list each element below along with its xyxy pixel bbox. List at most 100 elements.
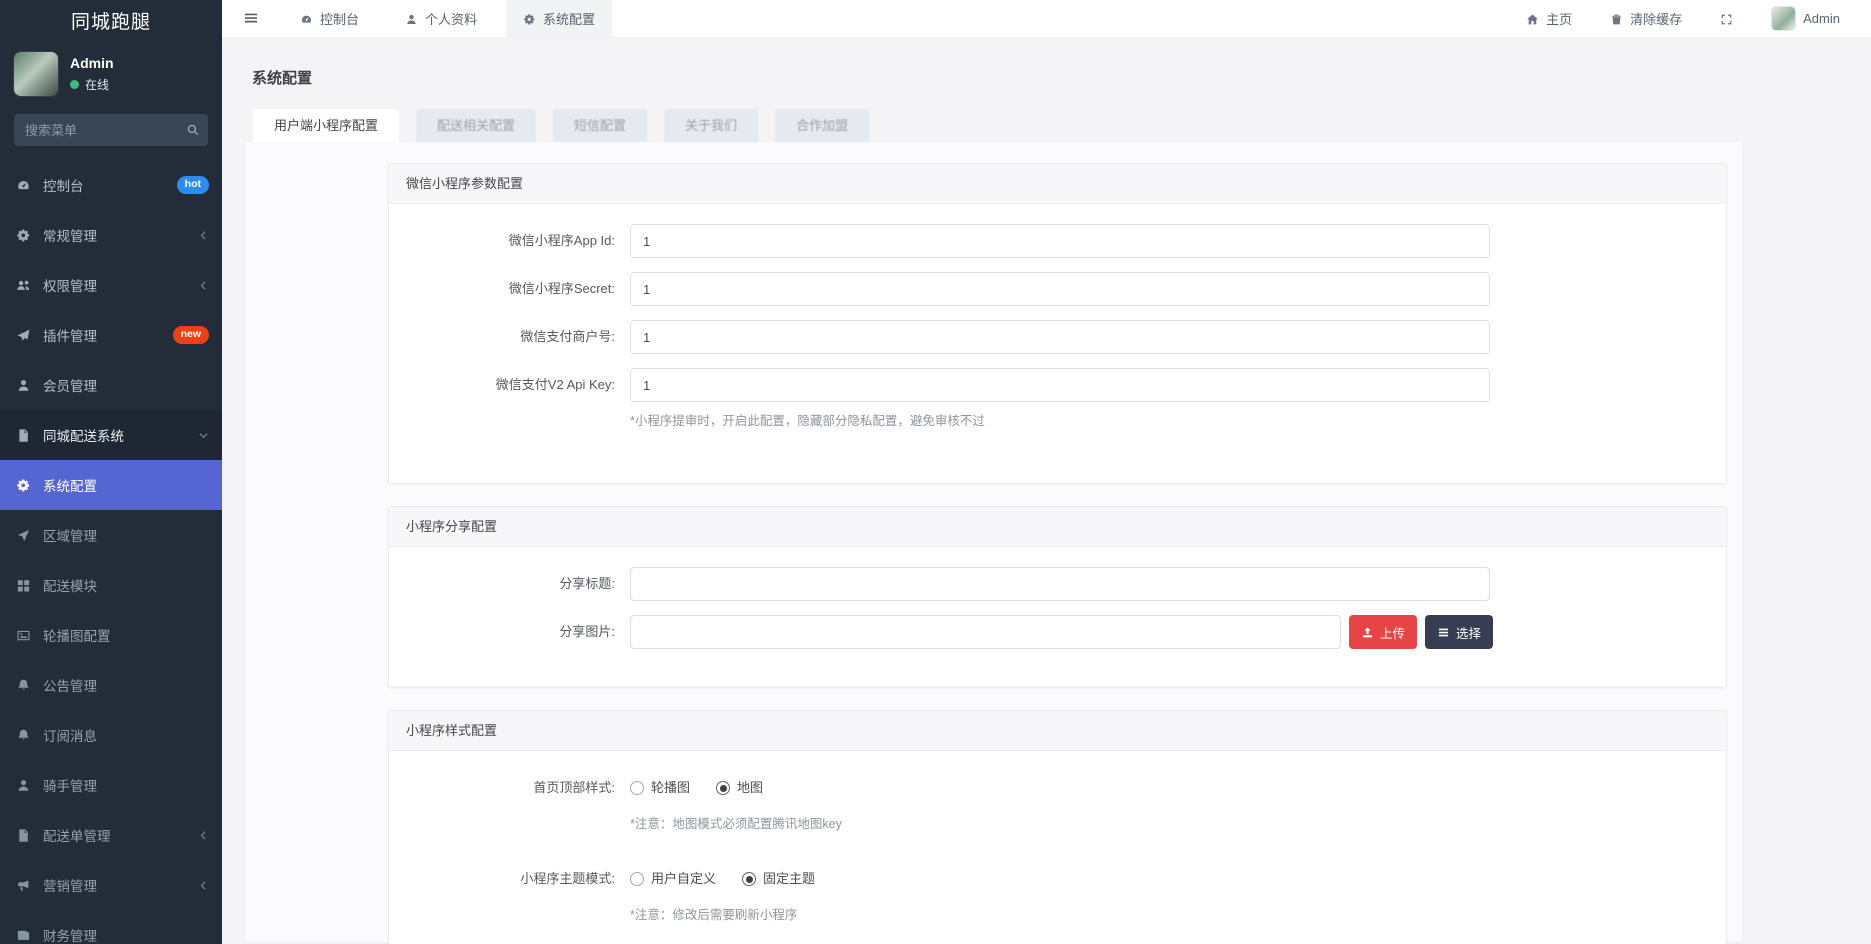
tab[interactable]: 合作加盟	[775, 109, 870, 142]
user-name: Admin	[70, 55, 114, 71]
sidebar-item-label: 常规管理	[43, 229, 97, 244]
tab[interactable]: 关于我们	[664, 109, 759, 142]
sidebar: 同城跑腿 Admin 在线 控制台 hot 常规管理 权限管理 插件管理 new	[0, 0, 222, 944]
upload-icon	[1361, 625, 1374, 639]
radio-label: 地图	[737, 780, 764, 795]
status-badge: hot	[176, 176, 209, 194]
user-panel: Admin 在线	[0, 46, 222, 106]
navbar-item[interactable]: 清除缓存	[1593, 0, 1699, 38]
sidebar-item[interactable]: 会员管理	[0, 360, 222, 410]
field-label: 分享标题:	[559, 576, 615, 591]
tab[interactable]: 配送相关配置	[416, 109, 537, 142]
sidebar-item[interactable]: 控制台 hot	[0, 160, 222, 210]
sidebar-item[interactable]: 权限管理	[0, 260, 222, 310]
navbar-item[interactable]: 个人资料	[388, 0, 494, 38]
sidebar-item[interactable]: 营销管理	[0, 860, 222, 910]
top-navbar: 控制台 个人资料 系统配置 主页 清除缓存 Admin	[222, 0, 1871, 38]
text-input[interactable]	[630, 224, 1490, 258]
sidebar-item[interactable]: 配送模块	[0, 560, 222, 610]
sidebar-item-label: 同城配送系统	[43, 429, 124, 444]
form-row: 分享图片: 上传 选择	[389, 615, 1726, 649]
sidebar-item[interactable]: 订阅消息	[0, 710, 222, 760]
chevron-down-icon	[198, 428, 209, 443]
sidebar-item[interactable]: 常规管理	[0, 210, 222, 260]
sidebar-item[interactable]: 财务管理	[0, 910, 222, 944]
radio-option[interactable]: 固定主题	[742, 862, 815, 896]
radio-circle-icon	[630, 872, 644, 886]
field-label: 小程序主题模式:	[520, 871, 615, 886]
radio-option[interactable]: 轮播图	[630, 771, 690, 805]
text-input[interactable]	[630, 615, 1341, 649]
search-icon[interactable]	[186, 122, 200, 137]
navbar-item[interactable]	[1703, 0, 1750, 38]
sidebar-item-label: 控制台	[43, 179, 84, 194]
button[interactable]: 上传	[1349, 615, 1418, 649]
navbar-item[interactable]: Admin	[1754, 0, 1857, 38]
brand-title: 同城跑腿	[70, 12, 151, 33]
avatar	[1771, 6, 1797, 31]
sidebar-item-label: 财务管理	[43, 929, 97, 944]
sidebar-item-label: 权限管理	[43, 279, 97, 294]
radio-circle-icon	[742, 872, 757, 886]
section-title: 小程序分享配置	[389, 507, 1726, 547]
sidebar-item[interactable]: 轮播图配置	[0, 610, 222, 660]
user-status-label: 在线	[85, 78, 110, 92]
sidebar-item-label: 骑手管理	[43, 779, 97, 794]
search-input[interactable]	[14, 114, 208, 146]
field-label: 微信小程序Secret:	[508, 281, 615, 296]
sidebar-item[interactable]: 区域管理	[0, 510, 222, 560]
form-row: 小程序主题模式: 用户自定义 固定主题 *注意：修改后需要刷新小程序	[389, 862, 1726, 923]
text-input[interactable]	[630, 567, 1490, 601]
tab-label: 短信配置	[574, 118, 627, 133]
tab-bar: 用户端小程序配置 配送相关配置 短信配置 关于我们 合作加盟	[253, 109, 1871, 142]
trash-icon	[1610, 11, 1623, 26]
grid-icon	[15, 577, 32, 593]
gears-icon	[15, 227, 32, 243]
navbar-item-label: 个人资料	[425, 12, 478, 27]
sidebar-item-label: 配送模块	[43, 579, 97, 594]
text-input[interactable]	[630, 368, 1490, 402]
gears-icon	[523, 11, 536, 26]
radio-circle-icon	[630, 781, 644, 795]
navbar-item-label: Admin	[1803, 11, 1840, 26]
bell-icon	[15, 727, 32, 743]
sidebar-item-label: 系统配置	[43, 479, 97, 494]
sidebar-item[interactable]: 系统配置	[0, 460, 222, 510]
text-input[interactable]	[630, 272, 1490, 306]
form-row: 微信小程序Secret:	[389, 272, 1726, 306]
form-row: 首页顶部样式: 轮播图 地图 *注意：地图模式必须配置腾讯地图key	[389, 771, 1726, 832]
field-label: 微信小程序App Id:	[508, 233, 615, 248]
sidebar-item[interactable]: 同城配送系统	[0, 410, 222, 460]
avatar	[14, 52, 58, 96]
tachometer-icon	[15, 177, 32, 193]
field-note: *小程序提审时，开启此配置，隐藏部分隐私配置，避免审核不过	[630, 414, 985, 428]
tab-label: 配送相关配置	[437, 118, 516, 133]
text-input[interactable]	[630, 320, 1490, 354]
sidebar-item[interactable]: 公告管理	[0, 660, 222, 710]
field-label: 微信支付商户号:	[520, 329, 615, 344]
tachometer-icon	[300, 11, 313, 26]
field-note: *注意：地图模式必须配置腾讯地图key	[630, 817, 842, 831]
image-icon	[15, 627, 32, 643]
navbar-item[interactable]: 主页	[1509, 0, 1589, 38]
tab[interactable]: 短信配置	[553, 109, 648, 142]
field-label: 首页顶部样式:	[533, 780, 615, 795]
navbar-item[interactable]: 控制台	[283, 0, 376, 38]
sidebar-toggle-icon[interactable]	[222, 10, 277, 28]
radio-option[interactable]: 地图	[716, 771, 763, 805]
sidebar-item[interactable]: 配送单管理	[0, 810, 222, 860]
sidebar-item[interactable]: 骑手管理	[0, 760, 222, 810]
tab[interactable]: 用户端小程序配置	[253, 109, 400, 142]
tab-label: 关于我们	[685, 118, 738, 133]
navbar-item[interactable]: 系统配置	[506, 0, 613, 38]
sidebar-item-label: 订阅消息	[43, 729, 97, 744]
megaphone-icon	[15, 877, 32, 893]
user-icon	[15, 377, 32, 393]
sidebar-item[interactable]: 插件管理 new	[0, 310, 222, 360]
status-badge: new	[172, 326, 209, 344]
rocket-icon	[15, 327, 32, 343]
button-label: 选择	[1456, 626, 1482, 641]
button[interactable]: 选择	[1425, 615, 1494, 649]
radio-option[interactable]: 用户自定义	[630, 862, 716, 896]
page-title: 系统配置	[252, 70, 313, 87]
